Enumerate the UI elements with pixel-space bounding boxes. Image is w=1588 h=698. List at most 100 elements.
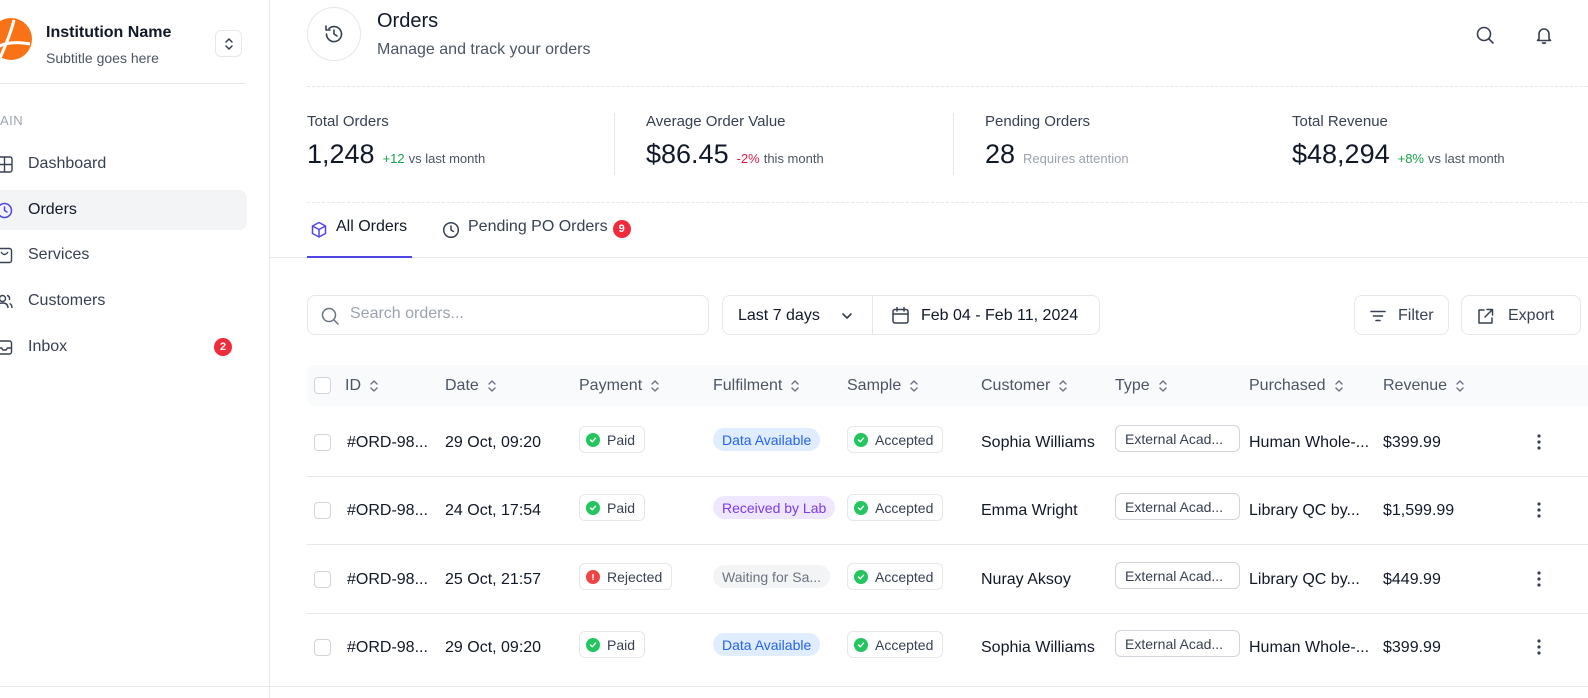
row-checkbox[interactable]: [314, 639, 331, 656]
header-divider: [307, 86, 1588, 87]
order-id[interactable]: #ORD-98...: [347, 639, 428, 657]
clock-icon: [442, 221, 460, 239]
sidebar-item-inbox[interactable]: Inbox 2: [0, 327, 247, 367]
tab-label: Pending PO Orders: [468, 218, 608, 235]
stat-note: vs last month: [408, 151, 486, 166]
sidebar-item-label: Dashboard: [28, 155, 107, 172]
chevron-down-icon: [842, 313, 852, 319]
select-all-checkbox[interactable]: [314, 377, 331, 394]
stat-label: Total Revenue: [1292, 113, 1388, 130]
sidebar-item-orders[interactable]: Orders: [0, 190, 247, 230]
table-header: ID Date Payment Fulfilment Sample Custom…: [307, 365, 1588, 406]
column-header-purchased[interactable]: Purchased: [1249, 377, 1344, 395]
tab-all-orders[interactable]: All Orders: [310, 218, 407, 258]
table-row[interactable]: #ORD-98... 29 Oct, 09:20 Paid Data Avail…: [307, 614, 1588, 682]
filter-button[interactable]: Filter: [1354, 295, 1449, 335]
sample-status: Accepted: [847, 494, 944, 521]
column-header-customer[interactable]: Customer: [981, 377, 1068, 395]
row-actions-button[interactable]: [1529, 568, 1549, 590]
row-actions-button[interactable]: [1529, 431, 1549, 453]
table-row[interactable]: #ORD-98... 29 Oct, 09:20 Paid Data Avail…: [307, 409, 1588, 477]
row-checkbox[interactable]: [314, 571, 331, 588]
switch-institution-button[interactable]: [215, 30, 242, 57]
page-subtitle: Manage and track your orders: [377, 41, 591, 58]
row-checkbox[interactable]: [314, 502, 331, 519]
more-vertical-icon: [1537, 502, 1541, 518]
order-revenue: $399.99: [1383, 639, 1441, 656]
check-circle-icon: [854, 637, 868, 652]
institution-switcher[interactable]: Institution Name Subtitle goes here: [0, 10, 250, 66]
sidebar: Institution Name Subtitle goes here AIN …: [0, 0, 270, 698]
export-button[interactable]: Export: [1461, 295, 1581, 335]
check-circle-icon: [586, 637, 600, 652]
sort-icon: [791, 380, 800, 392]
search-input[interactable]: [350, 305, 690, 323]
check-circle-icon: [854, 500, 868, 515]
alert-circle-icon: [586, 569, 600, 584]
stat-value: 28: [985, 139, 1016, 169]
order-date: 24 Oct, 17:54: [445, 502, 542, 519]
purchased-item: Human Whole-...: [1249, 434, 1370, 451]
stat-change: -2%: [736, 151, 760, 166]
sidebar-item-label: Services: [28, 246, 90, 263]
tab-label: All Orders: [336, 218, 408, 235]
column-header-payment[interactable]: Payment: [579, 377, 660, 395]
order-id[interactable]: #ORD-98...: [347, 502, 428, 520]
stat-note: Requires attention: [1023, 151, 1129, 166]
order-revenue: $399.99: [1383, 434, 1441, 451]
sample-status: Accepted: [847, 631, 944, 658]
column-header-revenue[interactable]: Revenue: [1383, 377, 1465, 395]
stat-note: this month: [763, 151, 824, 166]
customer-name: Nuray Aksoy: [981, 571, 1071, 588]
history-icon: [325, 25, 343, 43]
order-id[interactable]: #ORD-98...: [347, 434, 428, 452]
row-actions-button[interactable]: [1529, 636, 1549, 658]
order-date: 29 Oct, 09:20: [445, 639, 542, 656]
stat-divider: [953, 113, 954, 175]
more-vertical-icon: [1537, 571, 1541, 587]
sort-icon: [651, 380, 659, 392]
sidebar-item-label: Inbox: [28, 338, 68, 355]
sidebar-item-customers[interactable]: Customers: [0, 281, 247, 321]
sort-icon: [370, 380, 378, 392]
date-range-picker[interactable]: Feb 04 - Feb 11, 2024: [872, 295, 1100, 335]
institution-subtitle: Subtitle goes here: [46, 50, 159, 66]
institution-name: Institution Name: [46, 24, 172, 41]
check-circle-icon: [854, 432, 868, 447]
row-actions-button[interactable]: [1529, 499, 1549, 521]
column-header-date[interactable]: Date: [445, 377, 497, 395]
bell-icon: [1536, 28, 1552, 45]
column-header-sample[interactable]: Sample: [847, 377, 919, 395]
search-orders-box[interactable]: [307, 295, 709, 335]
column-header-fulfilment[interactable]: Fulfilment: [713, 377, 800, 395]
active-tab-indicator: [307, 256, 412, 258]
table-row[interactable]: #ORD-98... 24 Oct, 17:54 Paid Received b…: [307, 477, 1588, 545]
column-header-type[interactable]: Type: [1115, 377, 1168, 395]
page-icon: [307, 7, 361, 61]
pending-count-badge: 9: [612, 220, 631, 238]
sort-icon: [1334, 380, 1343, 392]
search-button[interactable]: [1474, 24, 1496, 46]
sidebar-item-dashboard[interactable]: Dashboard: [0, 144, 247, 184]
tabs-border: [270, 257, 1588, 258]
column-header-id[interactable]: ID: [345, 377, 379, 395]
inbox-icon: [0, 340, 13, 355]
table-row[interactable]: #ORD-98... 25 Oct, 21:57 Rejected Waitin…: [307, 546, 1588, 614]
order-date: 25 Oct, 21:57: [445, 571, 542, 588]
calendar-icon: [892, 306, 909, 324]
tab-pending-po-orders[interactable]: Pending PO Orders 9: [442, 218, 631, 258]
order-id[interactable]: #ORD-98...: [347, 571, 428, 589]
date-range-select-label: Last 7 days: [738, 307, 820, 324]
purchased-item: Human Whole-...: [1249, 639, 1370, 656]
date-range-select[interactable]: Last 7 days: [722, 295, 873, 335]
inbox-count-badge: 2: [214, 338, 232, 356]
order-type-tag: External Acad...: [1115, 493, 1240, 520]
notifications-button[interactable]: [1533, 24, 1555, 46]
sidebar-item-services[interactable]: Services: [0, 235, 247, 275]
sort-icon: [1456, 380, 1464, 392]
row-checkbox[interactable]: [314, 434, 331, 451]
check-circle-icon: [586, 500, 600, 515]
payment-status: Rejected: [579, 563, 673, 590]
fulfilment-status: Received by Lab: [713, 496, 836, 519]
sort-icon: [1059, 380, 1068, 392]
